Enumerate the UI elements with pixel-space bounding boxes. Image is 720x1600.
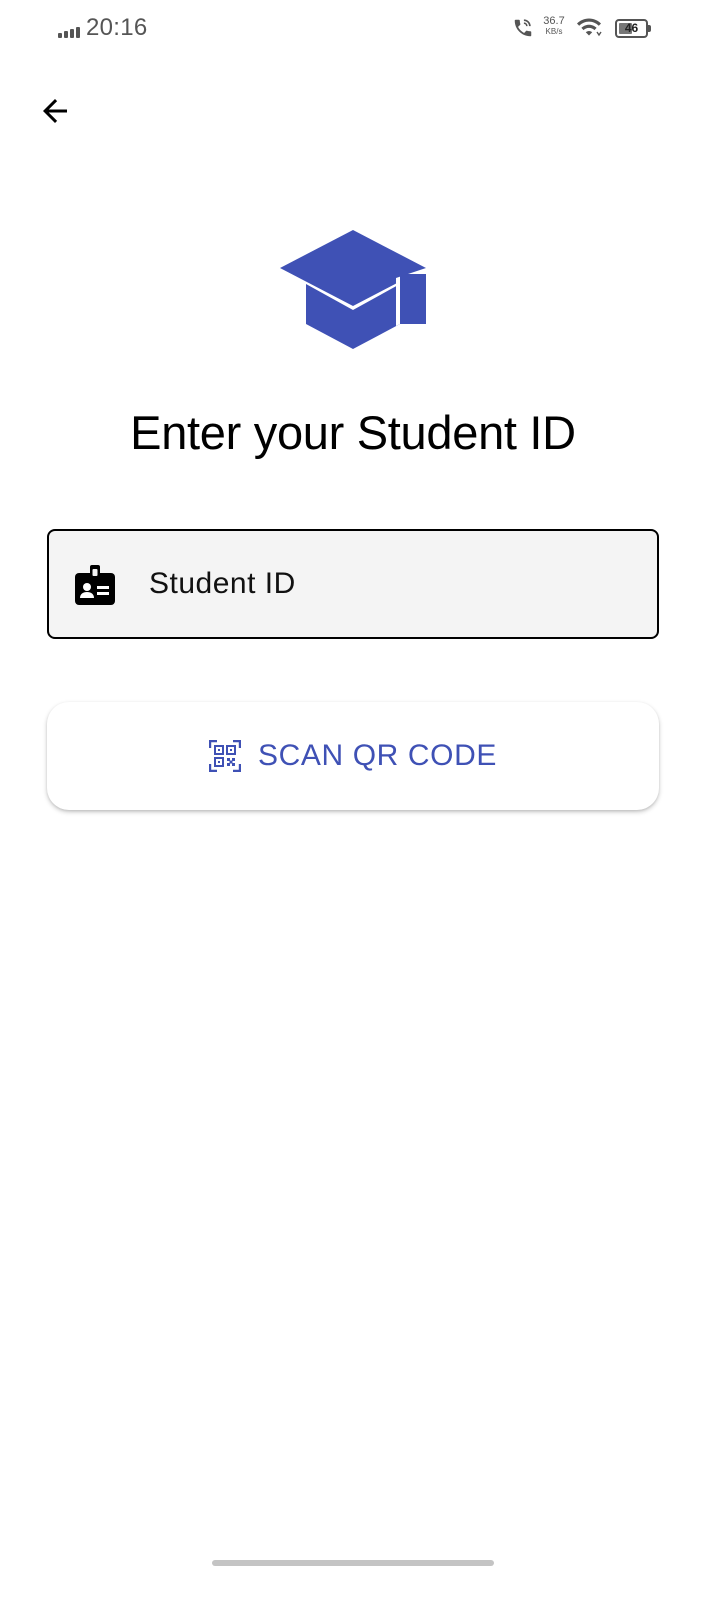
battery-icon: 46 [615,19,651,38]
wifi-calling-icon [514,19,532,37]
graduation-cap-icon [280,230,426,349]
network-speed-unit: KB/s [545,27,563,36]
status-time: 20:16 [86,14,148,41]
scan-qr-code-label: SCAN QR CODE [258,739,497,772]
page-title: Enter your Student ID [130,406,576,459]
wifi-icon [577,18,602,37]
home-indicator[interactable] [212,1560,494,1566]
student-id-field[interactable] [47,529,659,639]
battery-level: 46 [624,21,639,35]
badge-id-icon [75,565,115,605]
battery-tip [648,25,651,32]
status-bar: 20:16 36.7 KB/s 46 [0,0,720,58]
network-speed: 36.7 KB/s [538,16,570,36]
student-id-screen: 20:16 36.7 KB/s 46 Enter your Student ID… [0,0,720,1600]
back-button[interactable] [30,86,80,136]
scan-qr-code-button[interactable]: SCAN QR CODE [47,702,659,810]
arrow-left-icon [43,99,67,123]
student-id-input[interactable] [149,531,639,637]
signal-icon [58,27,80,38]
qr-code-scan-icon [209,740,242,772]
network-speed-value: 36.7 [543,15,565,27]
